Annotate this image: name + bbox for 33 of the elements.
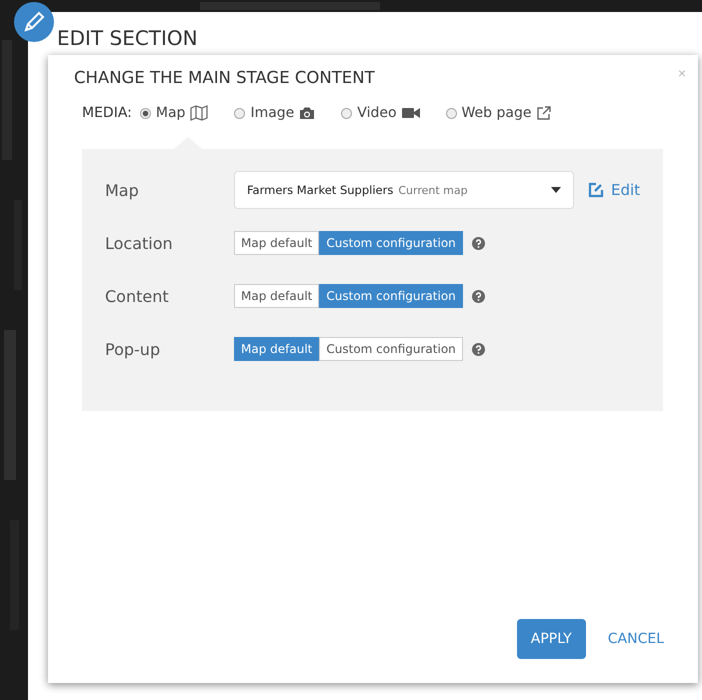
radio-button[interactable] [446,108,457,118]
media-option[interactable]: Image [234,105,316,121]
field-label: Content [105,286,170,306]
media-option[interactable]: Video [341,105,420,121]
toggle-option[interactable]: Map default [234,284,320,308]
help-icon[interactable] [472,236,485,250]
radio-button[interactable] [140,108,151,118]
cancel-button[interactable]: CANCEL [608,631,664,647]
field-label: Location [105,234,174,252]
caret-icon [551,187,561,193]
toggle-option[interactable]: Map default [234,337,320,361]
dialog-title: CHANGE THE MAIN STAGE CONTENT [74,68,376,87]
video-camera-icon [402,107,420,119]
media-option[interactable]: Web page [446,105,552,121]
camera-icon [299,106,316,120]
media-label: MEDIA: [82,105,132,121]
apply-button[interactable]: APPLY [516,619,586,659]
page-title: EDIT SECTION [57,26,198,50]
help-icon[interactable] [472,342,485,356]
field-label: Pop-up [105,340,162,358]
radio-button[interactable] [341,108,352,118]
toggle-option[interactable]: Custom configuration [319,284,463,308]
toggle-option[interactable]: Custom configuration [319,231,463,255]
external-link-icon [536,106,552,120]
toggle-option[interactable]: Map default [234,231,320,255]
edit-icon [588,182,604,198]
map-dropdown[interactable]: Farmers Market Suppliers Current map [234,171,574,209]
media-option[interactable]: Map [140,105,208,121]
help-icon[interactable] [472,290,485,302]
field-label: Map [105,180,140,200]
map-icon [190,105,208,121]
toggle-option[interactable]: Custom configuration [319,337,463,361]
radio-button[interactable] [234,108,246,118]
